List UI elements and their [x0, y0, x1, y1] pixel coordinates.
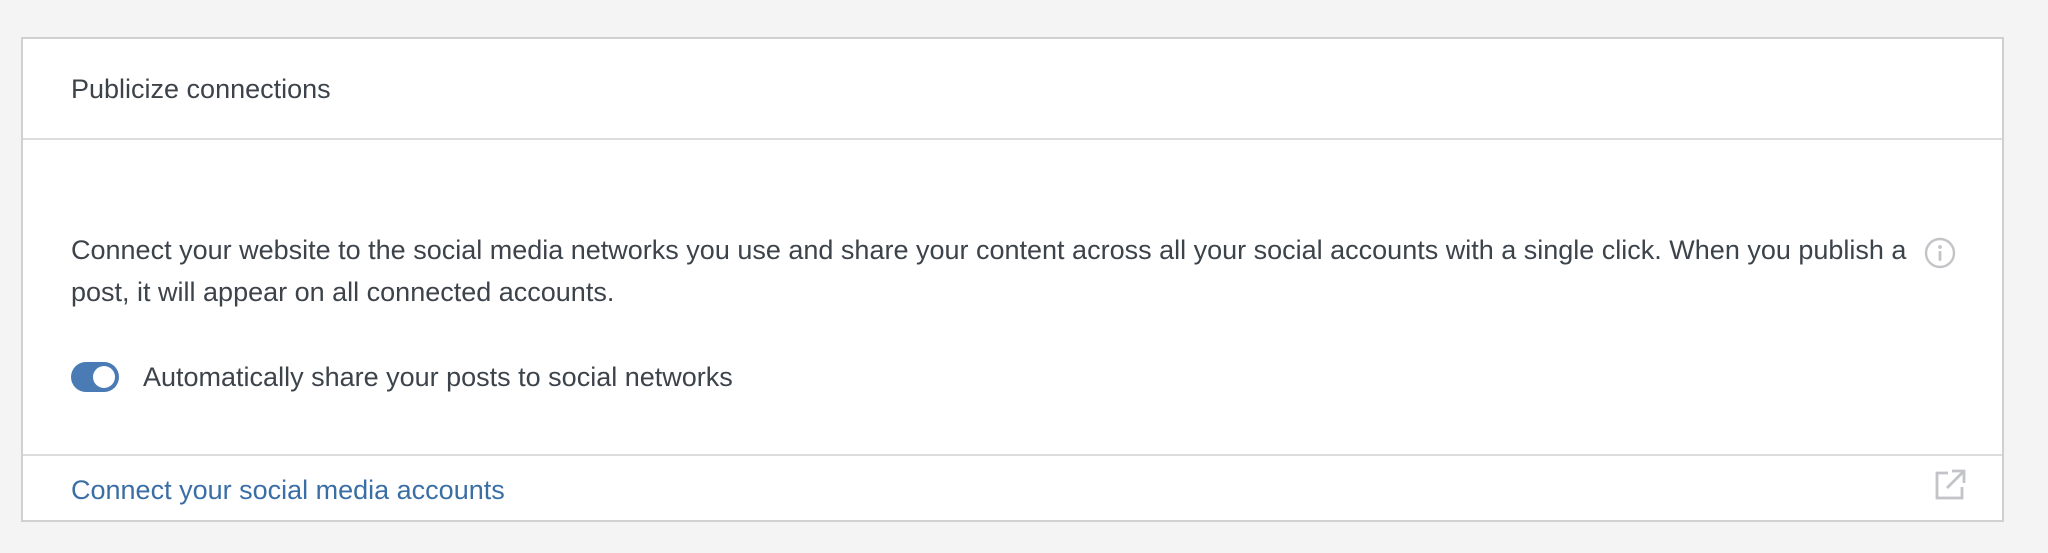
card-title: Publicize connections [71, 74, 331, 104]
card-footer: Connect your social media accounts [23, 456, 2002, 520]
info-icon[interactable] [1923, 236, 1957, 270]
auto-share-label[interactable]: Automatically share your posts to social… [143, 360, 733, 394]
card-body: Connect your website to the social media… [23, 140, 2002, 456]
external-link-icon[interactable] [1930, 465, 1970, 505]
toggle-knob [93, 366, 115, 388]
card-header: Publicize connections [23, 39, 2002, 140]
publicize-connections-card: Publicize connections Connect your websi… [21, 37, 2004, 522]
description-text: Connect your website to the social media… [71, 235, 1907, 307]
connect-accounts-link[interactable]: Connect your social media accounts [71, 473, 505, 507]
auto-share-toggle[interactable] [71, 362, 119, 392]
auto-share-row: Automatically share your posts to social… [71, 359, 733, 395]
